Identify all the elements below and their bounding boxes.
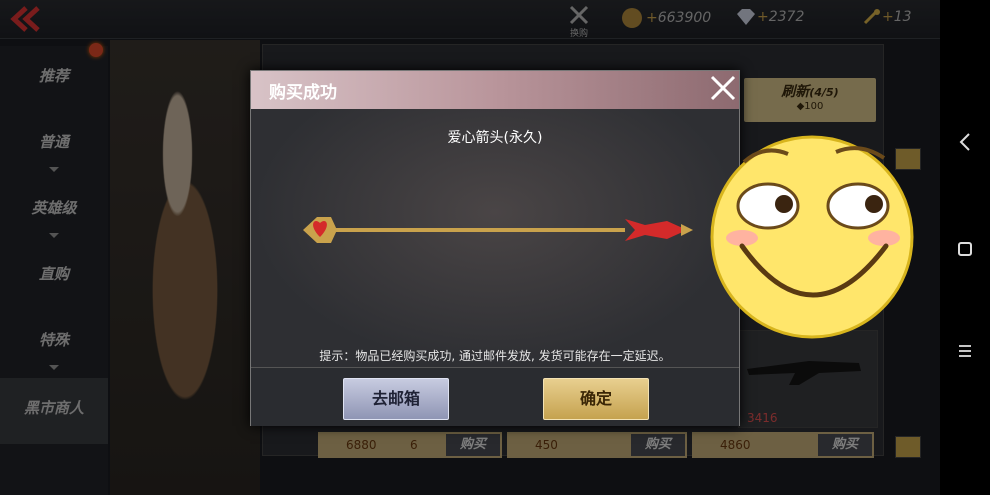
close-icon — [710, 75, 736, 101]
nav-back-button[interactable] — [940, 132, 990, 157]
go-to-mailbox-button[interactable]: 去邮箱 — [343, 378, 449, 420]
dialog-title: 购买成功 — [269, 83, 337, 103]
square-icon — [958, 242, 972, 256]
dialog-footer — [251, 367, 739, 426]
delivery-hint: 提示：物品已经购买成功, 通过邮件发放, 发货可能存在一定延迟。 — [319, 349, 671, 363]
hamburger-icon — [959, 345, 971, 357]
nav-menu-button[interactable] — [940, 340, 990, 364]
purchase-success-dialog: 购买成功 爱心箭头(永久) 提示：物品已经购买成功, 通过邮件发放, 发货可能存… — [250, 70, 740, 426]
nav-home-button[interactable] — [940, 238, 990, 262]
close-button[interactable] — [707, 73, 739, 107]
smiley-emoji-sticker — [710, 135, 914, 339]
item-name: 爱心箭头(永久) — [447, 130, 543, 146]
heart-arrow-image — [303, 217, 693, 243]
confirm-button[interactable]: 确定 — [543, 378, 649, 420]
chevron-left-icon — [959, 133, 970, 151]
